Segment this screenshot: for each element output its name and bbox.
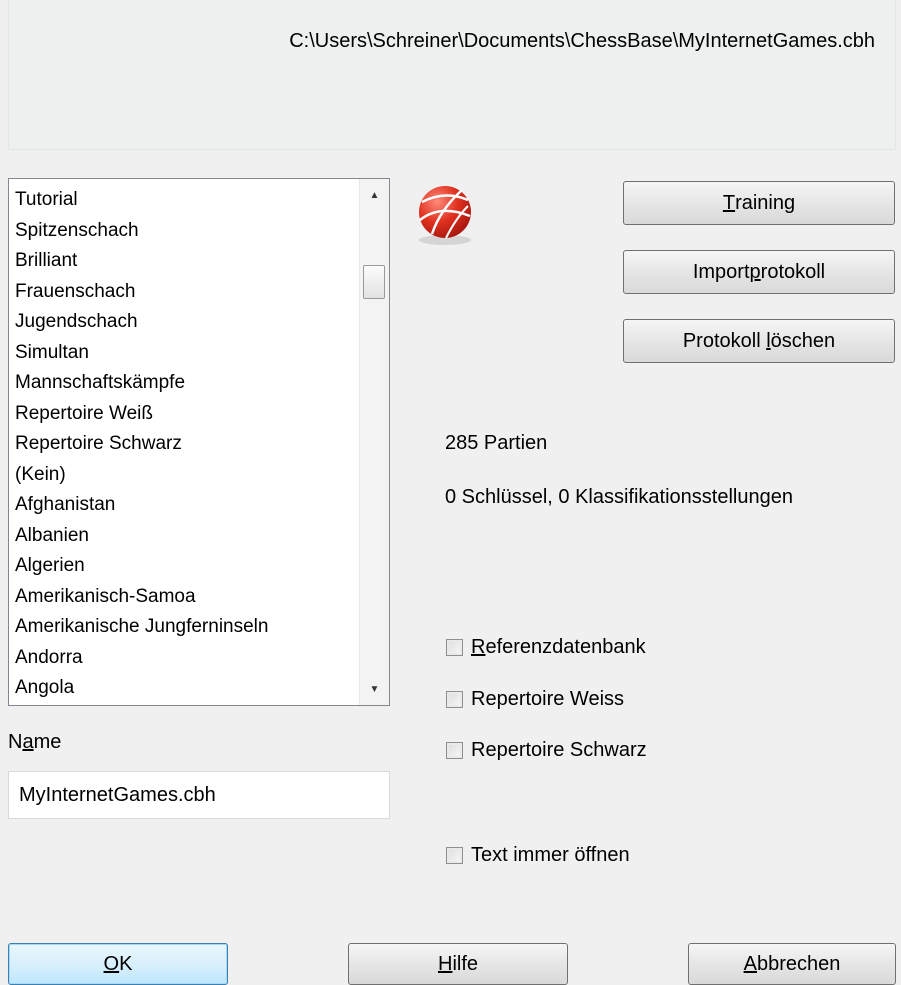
database-path-panel: C:\Users\Schreiner\Documents\ChessBase\M… bbox=[8, 0, 896, 150]
help-label: ilfe bbox=[452, 952, 479, 975]
repertoire-white-checkbox[interactable] bbox=[446, 691, 463, 708]
list-item[interactable]: Afghanistan bbox=[15, 490, 355, 521]
list-item[interactable]: Jugendschach bbox=[15, 307, 355, 338]
list-item[interactable]: Albanien bbox=[15, 521, 355, 552]
list-item[interactable]: Amerikanisch-Samoa bbox=[15, 582, 355, 613]
name-label-accel: a bbox=[22, 731, 34, 753]
list-item[interactable]: Amerikanische Jungferninseln bbox=[15, 612, 355, 643]
delete-log-label: öschen bbox=[770, 329, 836, 352]
ok-label: K bbox=[119, 952, 133, 975]
reference-db-checkbox[interactable] bbox=[446, 639, 463, 656]
help-button[interactable]: Hilfe bbox=[348, 943, 568, 985]
list-item[interactable]: Mannschaftskämpfe bbox=[15, 368, 355, 399]
list-item[interactable]: Anguilla bbox=[15, 704, 355, 706]
ok-accel: O bbox=[103, 952, 120, 975]
reference-db-accel: R bbox=[471, 636, 486, 658]
always-open-text-label: Text immer öffnen bbox=[471, 844, 630, 866]
list-item[interactable]: Angola bbox=[15, 673, 355, 704]
delete-log-label-pre: Protokoll bbox=[682, 329, 767, 352]
training-button[interactable]: Training bbox=[623, 181, 895, 225]
import-log-accel: p bbox=[749, 260, 761, 283]
scroll-down-arrow-icon[interactable]: ▼ bbox=[360, 675, 389, 703]
import-log-label-pre: Import bbox=[692, 260, 750, 283]
database-type-list[interactable]: Tutorial Spitzenschach Brilliant Frauenscha… bbox=[8, 178, 390, 706]
list-item[interactable]: (Kein) bbox=[15, 460, 355, 491]
cancel-label: bbrechen bbox=[756, 952, 841, 975]
repertoire-white-label: Repertoire Weiss bbox=[471, 688, 625, 710]
type-list-items: Tutorial Spitzenschach Brilliant Frauenscha… bbox=[15, 185, 355, 706]
always-open-text-option[interactable]: Text immer öffnen bbox=[446, 844, 630, 867]
list-item[interactable]: Repertoire Schwarz bbox=[15, 429, 355, 460]
delete-log-button[interactable]: Protokoll l öschen bbox=[623, 319, 895, 363]
import-log-button[interactable]: Import p rotokoll bbox=[623, 250, 895, 294]
training-accel: T bbox=[722, 191, 736, 214]
ok-button[interactable]: OK bbox=[8, 943, 228, 985]
repertoire-black-option[interactable]: Repertoire Schwarz bbox=[446, 739, 647, 762]
cancel-accel: A bbox=[743, 952, 757, 975]
list-item[interactable]: Repertoire Weiß bbox=[15, 399, 355, 430]
name-label-rest: me bbox=[33, 731, 62, 753]
training-label: raining bbox=[735, 191, 796, 214]
scroll-up-arrow-icon[interactable]: ▲ bbox=[360, 181, 389, 209]
cancel-button[interactable]: Abbrechen bbox=[688, 943, 896, 985]
name-label: Name bbox=[8, 731, 61, 754]
database-path: C:\Users\Schreiner\Documents\ChessBase\M… bbox=[289, 30, 875, 52]
reference-db-option[interactable]: Referenzdatenbank bbox=[446, 636, 646, 659]
list-item[interactable]: Frauenschach bbox=[15, 277, 355, 308]
name-label-pre: N bbox=[8, 731, 23, 753]
keys-count: 0 Schlüssel, 0 Klassifikationsstellungen bbox=[445, 486, 793, 508]
name-input[interactable] bbox=[8, 771, 390, 819]
reference-db-label: eferenzdatenbank bbox=[485, 636, 646, 658]
always-open-text-checkbox[interactable] bbox=[446, 847, 463, 864]
list-item[interactable]: Andorra bbox=[15, 643, 355, 674]
list-item[interactable]: Algerien bbox=[15, 551, 355, 582]
list-item[interactable]: Brilliant bbox=[15, 246, 355, 277]
repertoire-black-label: Repertoire Schwarz bbox=[471, 739, 647, 761]
list-item[interactable]: Spitzenschach bbox=[15, 216, 355, 247]
list-item[interactable]: Tutorial bbox=[15, 185, 355, 216]
games-count: 285 Partien bbox=[445, 432, 548, 454]
repertoire-white-option[interactable]: Repertoire Weiss bbox=[446, 688, 624, 711]
scroll-thumb[interactable] bbox=[363, 265, 385, 299]
repertoire-black-checkbox[interactable] bbox=[446, 742, 463, 759]
list-scrollbar[interactable]: ▲ ▼ bbox=[359, 179, 389, 705]
list-item[interactable]: Simultan bbox=[15, 338, 355, 369]
import-log-label: rotokoll bbox=[760, 260, 826, 283]
help-accel: H bbox=[437, 952, 453, 975]
database-globe-icon bbox=[419, 186, 471, 245]
